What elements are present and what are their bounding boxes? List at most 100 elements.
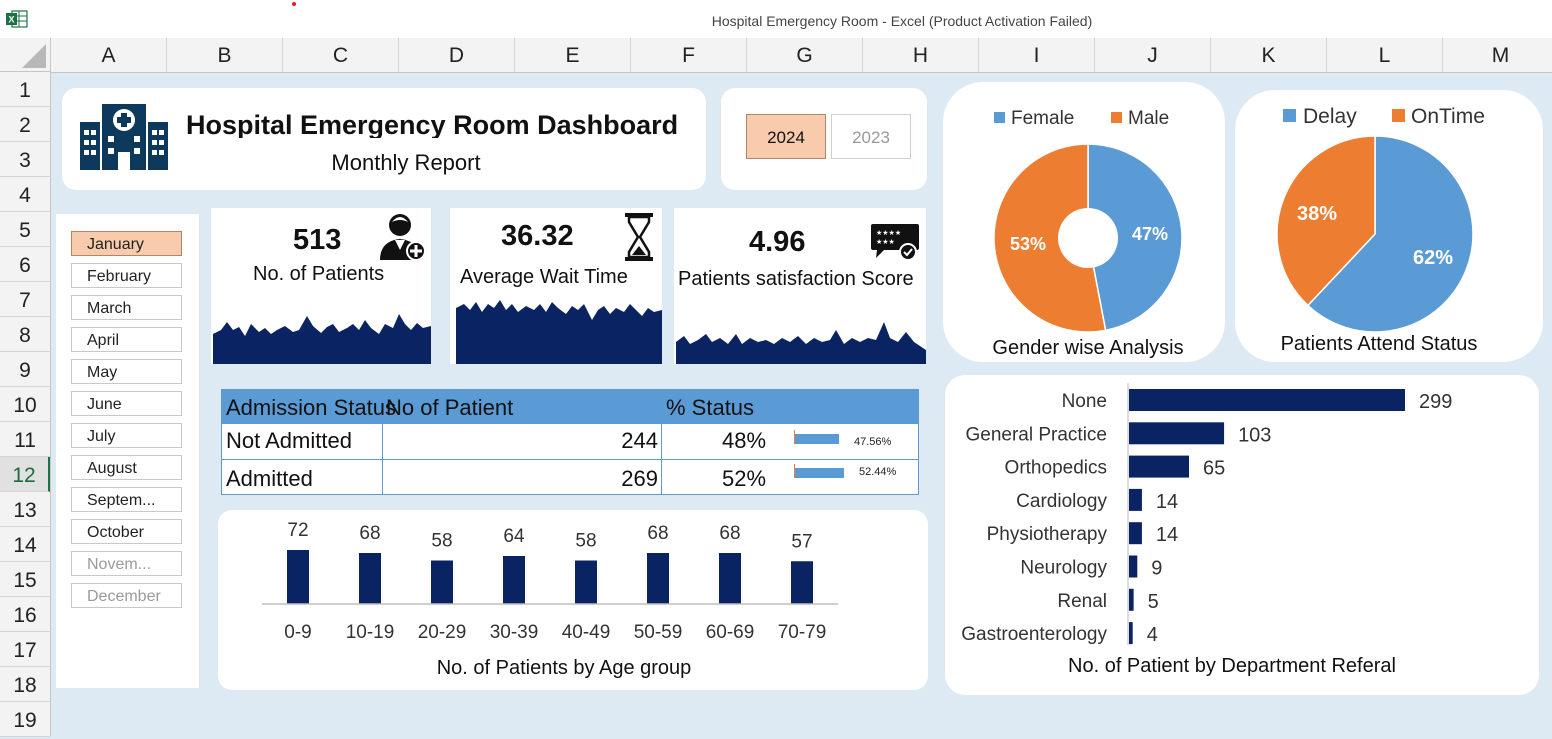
- age-bar: [359, 553, 381, 604]
- row-header-8[interactable]: 8: [0, 317, 50, 352]
- select-all-corner[interactable]: [0, 38, 51, 72]
- month-button[interactable]: December: [71, 583, 182, 608]
- window-title: Hospital Emergency Room - Excel (Product…: [711, 13, 1093, 29]
- column-header-d[interactable]: D: [399, 38, 515, 72]
- column-header-b[interactable]: B: [167, 38, 283, 72]
- pct-databar-label: 47.56%: [854, 436, 892, 448]
- column-header-a[interactable]: A: [51, 38, 167, 72]
- month-button[interactable]: February: [71, 263, 182, 288]
- patient-icon: [380, 214, 426, 261]
- legend-ontime-label: OnTime: [1411, 105, 1485, 128]
- row-header-7[interactable]: 7: [0, 282, 50, 317]
- row-header-2[interactable]: 2: [0, 107, 50, 142]
- column-header-g[interactable]: G: [747, 38, 863, 72]
- dept-category-label: Physiotherapy: [987, 524, 1108, 545]
- age-tick-label: 20-29: [418, 622, 467, 643]
- row-header-6[interactable]: 6: [0, 247, 50, 282]
- table-row: Not Admitted 244 48% 47.56%: [222, 424, 918, 459]
- legend-male-swatch: [1111, 112, 1122, 123]
- age-bar-value: 58: [431, 531, 452, 552]
- age-tick-label: 0-9: [284, 622, 311, 643]
- age-chart-title: No. of Patients by Age group: [437, 657, 692, 679]
- column-header-j[interactable]: J: [1095, 38, 1211, 72]
- year-2024-button[interactable]: 2024: [746, 114, 826, 159]
- column-headers: ABCDEFGHIJKLM: [51, 38, 1552, 73]
- row-header-10[interactable]: 10: [0, 387, 50, 422]
- row-header-5[interactable]: 5: [0, 212, 50, 247]
- legend-male-label: Male: [1128, 108, 1169, 129]
- age-bar: [719, 553, 741, 604]
- pct-databar: [795, 468, 844, 478]
- column-header-h[interactable]: H: [863, 38, 979, 72]
- dept-category-label: Neurology: [1020, 558, 1107, 579]
- month-button[interactable]: April: [71, 327, 182, 352]
- row-header-17[interactable]: 17: [0, 632, 50, 667]
- age-bar: [647, 553, 669, 604]
- age-tick-label: 30-39: [490, 622, 539, 643]
- age-tick-label: 40-49: [562, 622, 611, 643]
- row-header-15[interactable]: 15: [0, 562, 50, 597]
- column-header-i[interactable]: I: [979, 38, 1095, 72]
- month-button[interactable]: January: [71, 231, 182, 256]
- column-header-k[interactable]: K: [1211, 38, 1327, 72]
- column-header-l[interactable]: L: [1327, 38, 1443, 72]
- age-tick-label: 70-79: [778, 622, 827, 643]
- row-header-11[interactable]: 11: [0, 422, 50, 457]
- kpi-wait-sparkline: [456, 300, 662, 364]
- gender-donut-chart: Female Male 47% 53% Gender wise Analysis: [992, 108, 1183, 359]
- dept-bar-value: 14: [1156, 491, 1178, 513]
- column-header-c[interactable]: C: [283, 38, 399, 72]
- svg-text:★★★: ★★★: [876, 238, 895, 246]
- dept-bar-value: 299: [1419, 391, 1452, 413]
- department-referal-chart: 299 None 103 General Practice 65 Orthopedics 1…: [961, 383, 1452, 677]
- column-header-f[interactable]: F: [631, 38, 747, 72]
- age-bar-value: 58: [575, 531, 596, 552]
- age-bar-value: 68: [719, 523, 740, 544]
- age-bar: [287, 550, 309, 604]
- row-header-3[interactable]: 3: [0, 142, 50, 177]
- legend-ontime-swatch: [1392, 109, 1405, 122]
- age-tick-label: 10-19: [346, 622, 395, 643]
- row-header-16[interactable]: 16: [0, 597, 50, 632]
- legend-female-swatch: [994, 112, 1005, 123]
- month-button[interactable]: July: [71, 423, 182, 448]
- row-header-12[interactable]: 12: [0, 457, 50, 492]
- month-button[interactable]: March: [71, 295, 182, 320]
- year-2023-button[interactable]: 2023: [831, 114, 911, 159]
- month-button[interactable]: May: [71, 359, 182, 384]
- row-header-1[interactable]: 1: [0, 72, 50, 107]
- row-header-19[interactable]: 19: [0, 702, 50, 737]
- dept-bar-value: 5: [1148, 591, 1159, 613]
- month-button[interactable]: October: [71, 519, 182, 544]
- row-header-18[interactable]: 18: [0, 667, 50, 702]
- kpi-patients-label: No. of Patients: [253, 263, 385, 285]
- age-tick-label: 50-59: [634, 622, 683, 643]
- row-header-9[interactable]: 9: [0, 352, 50, 387]
- table-header-status: Admission Status: [226, 395, 396, 420]
- admission-pct-cell: 48%: [722, 428, 767, 453]
- month-button[interactable]: Septem...: [71, 487, 182, 512]
- month-button[interactable]: August: [71, 455, 182, 480]
- row-header-13[interactable]: 13: [0, 492, 50, 527]
- pct-databar-label: 52.44%: [859, 466, 897, 478]
- admission-status-cell: Admitted: [226, 466, 313, 491]
- dept-bar: [1129, 488, 1142, 511]
- legend-delay-label: Delay: [1303, 105, 1357, 128]
- month-button[interactable]: June: [71, 391, 182, 416]
- column-header-e[interactable]: E: [515, 38, 631, 72]
- row-headers: 1 2 3 4 5 6 7 8 9 10 11 12 13 14 15 16 17 18 19: [0, 72, 51, 737]
- dept-category-label: Orthopedics: [1005, 458, 1107, 479]
- column-header-m[interactable]: M: [1443, 38, 1552, 72]
- month-button[interactable]: Novem...: [71, 551, 182, 576]
- rating-chat-icon: ★★★★★★★: [871, 224, 919, 261]
- age-bar-value: 68: [647, 523, 668, 544]
- row-header-4[interactable]: 4: [0, 177, 50, 212]
- dept-bar: [1129, 455, 1189, 478]
- row-header-14[interactable]: 14: [0, 527, 50, 562]
- male-pct-label: 53%: [1010, 234, 1046, 254]
- kpi-satisfaction-sparkline: [676, 322, 926, 364]
- dept-bar: [1129, 389, 1405, 411]
- legend-delay-swatch: [1283, 109, 1296, 122]
- age-bar: [791, 561, 813, 604]
- age-bar-value: 57: [791, 531, 812, 552]
